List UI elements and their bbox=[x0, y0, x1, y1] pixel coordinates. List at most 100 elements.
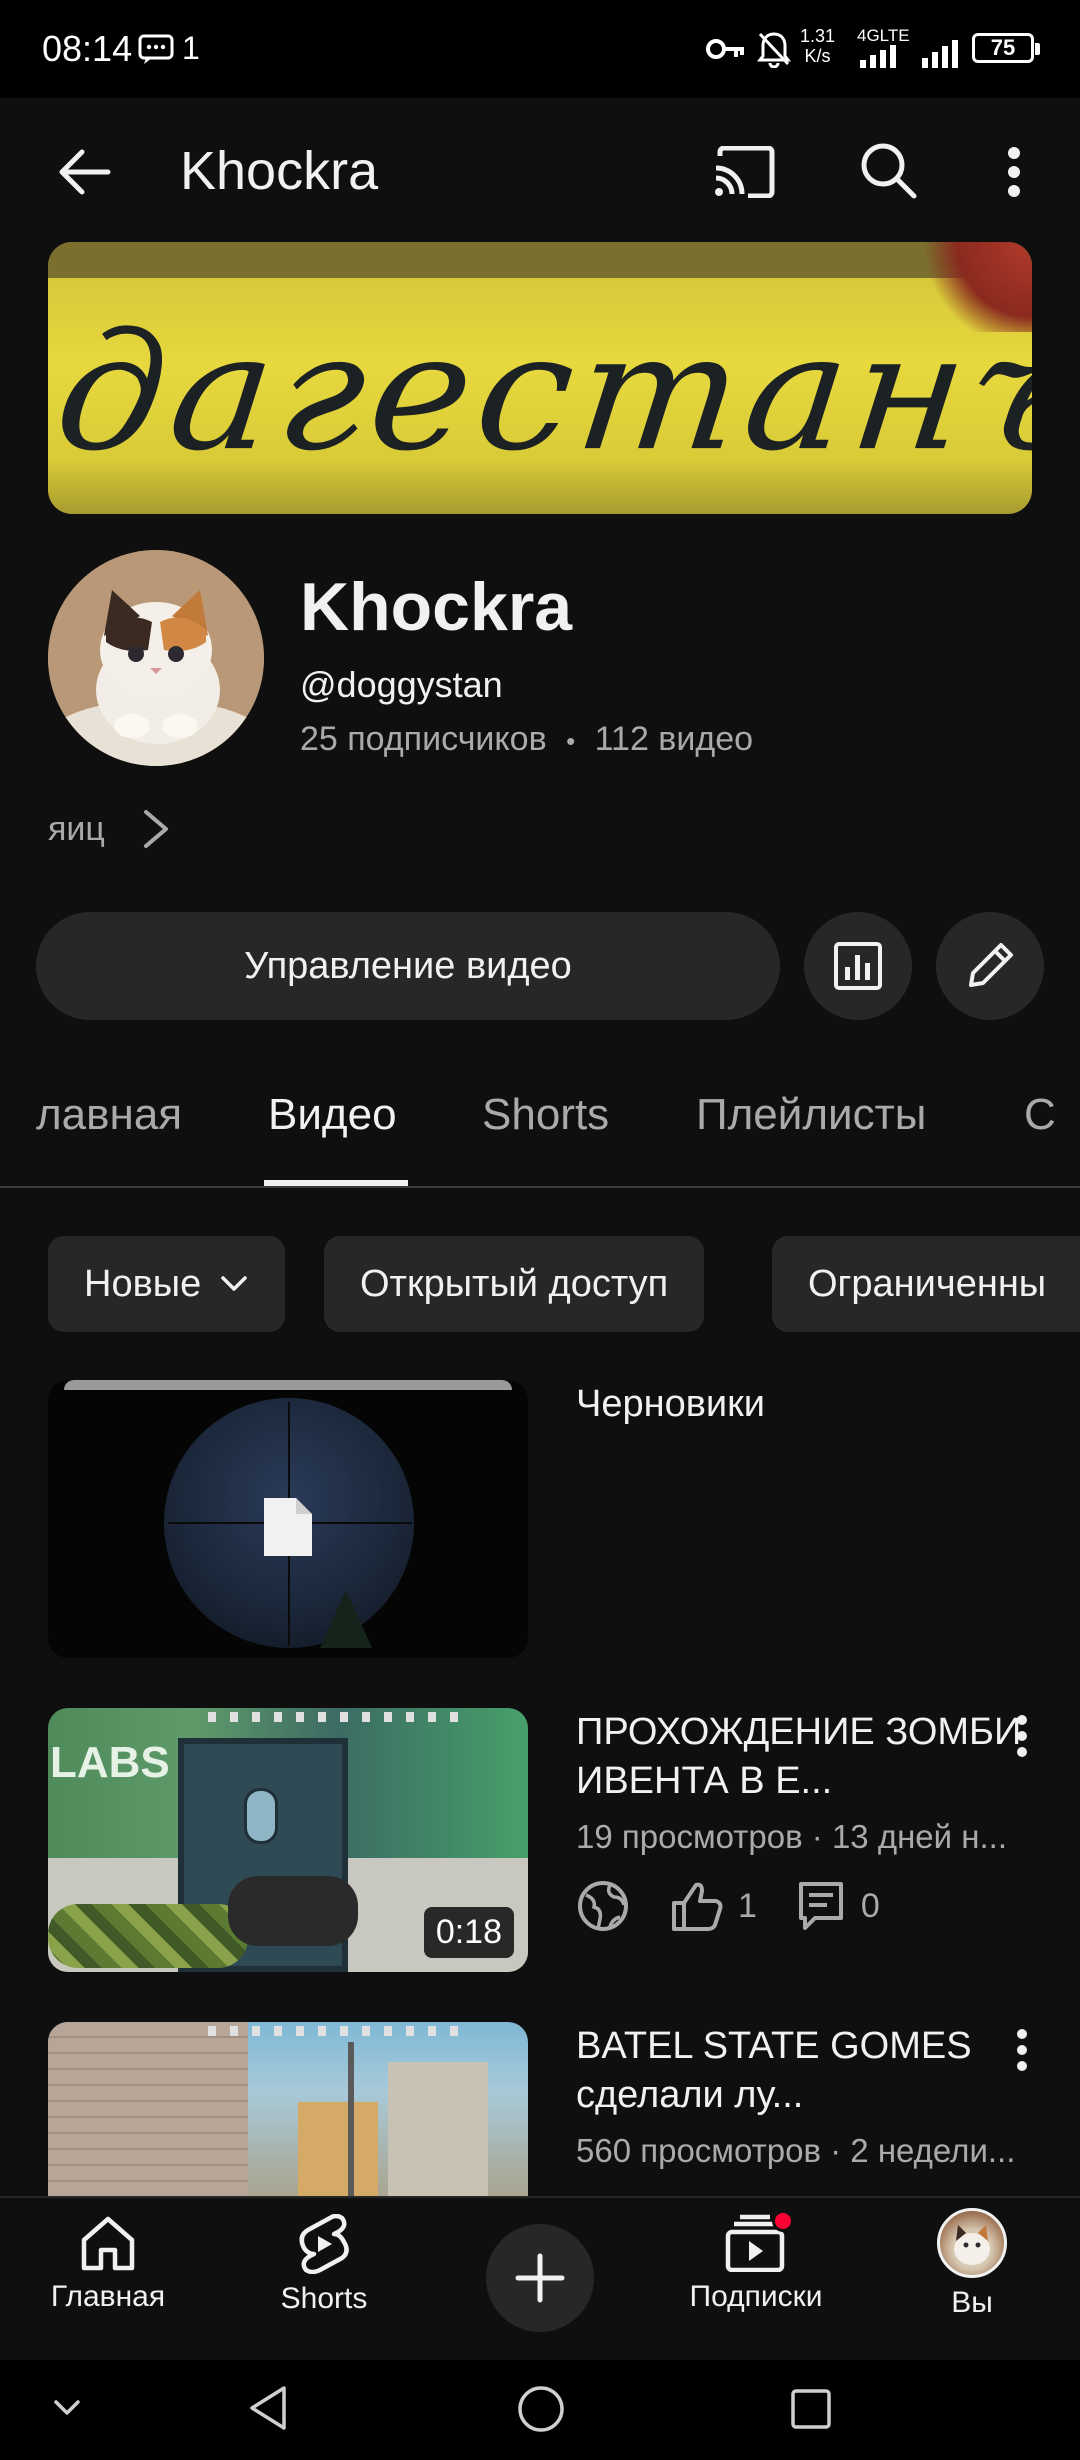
nav-subscriptions-label: Подписки bbox=[689, 2280, 823, 2313]
stats-separator: • bbox=[566, 726, 576, 756]
bottom-navigation: Главная Shorts Подписки Вы bbox=[0, 2196, 1080, 2360]
signal-icon bbox=[860, 44, 908, 68]
more-options-button[interactable] bbox=[988, 136, 1040, 208]
channel-name: Khockra bbox=[300, 569, 573, 645]
thumb-brick-wall bbox=[48, 2022, 248, 2196]
video-stats-row: 1 0 bbox=[576, 1876, 880, 1936]
comment-icon bbox=[798, 1882, 843, 1930]
you-avatar bbox=[937, 2208, 1007, 2278]
nav-subscriptions[interactable]: Подписки bbox=[666, 2210, 846, 2314]
manage-videos-button[interactable]: Управление видео bbox=[36, 912, 780, 1020]
shorts-icon bbox=[299, 2214, 349, 2274]
banner-text: дагестанъ bbox=[48, 298, 1032, 488]
nav-you-label: Вы bbox=[951, 2286, 993, 2319]
search-button[interactable] bbox=[852, 134, 924, 206]
video-count: 112 видео bbox=[594, 720, 754, 758]
tab-community[interactable]: С bbox=[1024, 1090, 1056, 1140]
channel-handle: @doggystan bbox=[300, 664, 503, 705]
channel-stats: 25 подписчиков • 112 видео bbox=[300, 720, 753, 759]
banner-ribbon-shadow bbox=[48, 242, 1032, 278]
message-icon bbox=[138, 34, 174, 64]
battery-indicator: 75 bbox=[972, 33, 1040, 63]
drafts-title[interactable]: Черновики bbox=[576, 1380, 1046, 1429]
back-arrow-icon bbox=[59, 149, 111, 195]
cast-button[interactable] bbox=[706, 136, 782, 208]
video-title[interactable]: BATEL STATE GOMES сделали лу... bbox=[576, 2022, 1046, 2120]
network-speed-unit: K/s bbox=[804, 46, 831, 66]
vpn-key-icon bbox=[706, 36, 746, 62]
drafts-thumbnail[interactable] bbox=[48, 1380, 528, 1658]
video-menu-button[interactable] bbox=[1016, 1714, 1028, 1758]
notifications-off-icon bbox=[756, 30, 792, 68]
network-speed: 1.31 K/s bbox=[800, 26, 835, 66]
status-bar: 08:14 1 1.31 K/s 4GLTE 75 bbox=[0, 0, 1080, 98]
thumb-building bbox=[388, 2062, 488, 2196]
plus-icon bbox=[515, 2253, 565, 2303]
tab-shorts[interactable]: Shorts bbox=[482, 1090, 609, 1140]
video-title[interactable]: ПРОХОЖДЕНИЕ ЗОМБИ ИВЕНТА В Е... bbox=[576, 1708, 1046, 1806]
edit-channel-button[interactable] bbox=[936, 912, 1044, 1020]
thumb-hud bbox=[208, 1712, 458, 1722]
thumb-sign: LABS bbox=[50, 1738, 170, 1787]
cast-icon bbox=[715, 146, 775, 198]
globe-icon bbox=[578, 1881, 628, 1931]
thumb-hand bbox=[228, 1876, 358, 1946]
filter-chip-public[interactable]: Открытый доступ bbox=[324, 1236, 705, 1332]
filter-chip-restricted-label: Ограниченны bbox=[808, 1262, 1047, 1305]
filter-chip-public-label: Открытый доступ bbox=[360, 1262, 669, 1305]
video-thumbnail[interactable]: LABS 0:18 bbox=[48, 1708, 528, 1972]
tree-silhouette bbox=[320, 1590, 372, 1648]
analytics-button[interactable] bbox=[804, 912, 912, 1020]
tab-home[interactable]: лавная bbox=[36, 1090, 182, 1140]
nav-you[interactable]: Вы bbox=[882, 2208, 1062, 2320]
nav-home-label: Главная bbox=[50, 2280, 166, 2313]
back-button[interactable] bbox=[48, 136, 120, 208]
manage-videos-label: Управление видео bbox=[244, 944, 572, 987]
thumb-arm bbox=[48, 1904, 248, 1968]
thumbs-up-icon bbox=[672, 1882, 723, 1931]
thumb-window bbox=[244, 1788, 278, 1844]
video-menu-button[interactable] bbox=[1016, 2028, 1028, 2072]
system-recents-icon[interactable] bbox=[790, 2388, 832, 2430]
video-meta: 19 просмотров · 13 дней н... bbox=[576, 1818, 1007, 1855]
pencil-icon bbox=[969, 943, 1013, 987]
channel-banner: дагестанъ bbox=[48, 242, 1032, 514]
chevron-right-icon[interactable] bbox=[140, 808, 172, 850]
nav-shorts-label: Shorts bbox=[280, 2282, 368, 2315]
thumb-hud bbox=[208, 2026, 458, 2036]
subscriber-count: 25 подписчиков bbox=[300, 720, 547, 758]
tab-playlists[interactable]: Плейлисты bbox=[696, 1090, 926, 1140]
channel-description[interactable]: яиц bbox=[48, 810, 105, 849]
filter-chip-restricted[interactable]: Ограниченны bbox=[772, 1236, 1080, 1332]
status-time: 08:14 bbox=[42, 28, 133, 69]
subscriptions-icon-wrap bbox=[724, 2210, 794, 2272]
kitten-icon bbox=[954, 2225, 990, 2265]
more-vertical-icon bbox=[1017, 2029, 1027, 2071]
kitten-avatar-icon bbox=[48, 550, 264, 766]
channel-avatar[interactable] bbox=[48, 550, 264, 766]
notification-dot bbox=[772, 2210, 794, 2232]
comment-count: 0 bbox=[860, 1886, 880, 1925]
document-icon bbox=[262, 1496, 314, 1558]
nav-shorts[interactable]: Shorts bbox=[234, 2214, 414, 2316]
chevron-down-icon bbox=[221, 1276, 247, 1291]
tab-videos[interactable]: Видео bbox=[268, 1090, 397, 1140]
drafts-stack-edge bbox=[64, 1380, 512, 1390]
channel-tabs: лавная Видео Shorts Плейлисты С bbox=[0, 1060, 1080, 1188]
nav-home[interactable]: Главная bbox=[18, 2214, 198, 2314]
video-thumbnail[interactable] bbox=[48, 2022, 528, 2196]
system-navigation-bar bbox=[0, 2360, 1080, 2460]
active-tab-indicator bbox=[264, 1180, 408, 1186]
signal-2-icon bbox=[922, 38, 962, 68]
create-button[interactable] bbox=[486, 2224, 594, 2332]
system-back-icon[interactable] bbox=[246, 2384, 290, 2432]
sort-chip-label: Новые bbox=[84, 1262, 202, 1305]
sort-chip-newest[interactable]: Новые bbox=[48, 1236, 286, 1332]
page-title: Khockra bbox=[180, 141, 379, 201]
hide-nav-chevron-icon[interactable] bbox=[52, 2398, 82, 2418]
video-meta: 560 просмотров · 2 недели... bbox=[576, 2132, 1016, 2169]
network-speed-value: 1.31 bbox=[800, 26, 836, 46]
system-home-icon[interactable] bbox=[516, 2384, 566, 2434]
notification-count: 1 bbox=[182, 30, 200, 66]
network-type: 4GLTE bbox=[857, 26, 910, 45]
